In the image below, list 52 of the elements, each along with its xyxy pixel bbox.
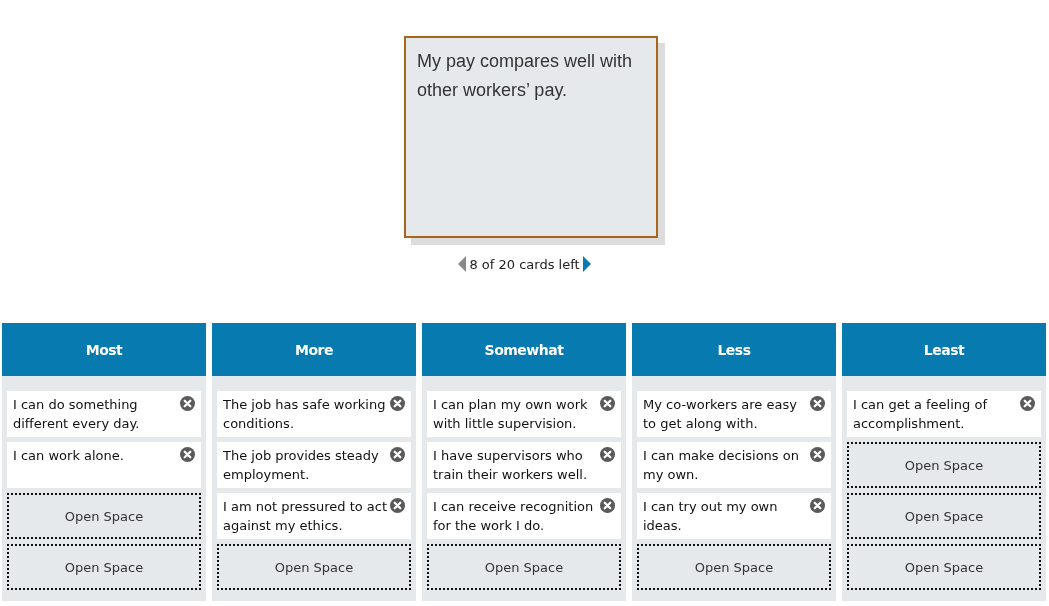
next-arrow-icon[interactable] [582, 256, 591, 272]
card-text: I can do something different every day. [13, 396, 141, 433]
card-text: I can make decisions on my own. [643, 447, 800, 484]
card-text: I have supervisors who train their workers well. [433, 447, 589, 484]
column-header: More [212, 323, 416, 376]
sorted-card[interactable]: The job has safe working conditions. [217, 391, 411, 437]
statement-text: My pay compares well with other workers’ pay. [417, 51, 633, 100]
remove-icon[interactable] [180, 396, 195, 411]
sorted-card[interactable]: I can get a feeling of accomplishment. [847, 391, 1041, 437]
card-text: I can work alone. [13, 447, 125, 465]
sorted-card[interactable]: My co-workers are easy to get along with. [637, 391, 831, 437]
remove-icon[interactable] [1020, 396, 1035, 411]
column-header: Least [842, 323, 1046, 376]
card-text: I can get a feeling of accomplishment. [853, 396, 989, 433]
card-text: I can plan my own work with little supervision. [433, 396, 589, 433]
sorted-card[interactable]: The job provides steady employment. [217, 442, 411, 488]
sorted-card[interactable]: I am not pressured to act against my ethics. [217, 493, 411, 539]
column-header: Most [2, 323, 206, 376]
remove-icon[interactable] [810, 447, 825, 462]
open-space-slot[interactable]: Open Space [7, 493, 201, 539]
card-text: I can receive recognition for the work I do. [433, 498, 595, 535]
sorted-card[interactable]: I can make decisions on my own. [637, 442, 831, 488]
remove-icon[interactable] [600, 498, 615, 513]
open-space-slot[interactable]: Open Space [847, 544, 1041, 590]
card-text: I am not pressured to act against my ethics. [223, 498, 389, 535]
column-header: Less [632, 323, 836, 376]
sorted-card[interactable]: I can receive recognition for the work I do. [427, 493, 621, 539]
remove-icon[interactable] [810, 498, 825, 513]
remove-icon[interactable] [390, 498, 405, 513]
sorted-card[interactable]: I can try out my own ideas. [637, 493, 831, 539]
cards-left-count: 8 of 20 cards left [469, 256, 580, 272]
open-space-slot[interactable]: Open Space [637, 544, 831, 590]
sorted-card[interactable]: I can do something different every day. [7, 391, 201, 437]
card-text: My co-workers are easy to get along with. [643, 396, 798, 433]
sorted-card[interactable]: I can plan my own work with little supervision. [427, 391, 621, 437]
remove-icon[interactable] [600, 396, 615, 411]
open-space-slot[interactable]: Open Space [7, 544, 201, 590]
remove-icon[interactable] [390, 396, 405, 411]
open-space-slot[interactable]: Open Space [847, 442, 1041, 488]
remove-icon[interactable] [810, 396, 825, 411]
sorted-card[interactable]: I have supervisors who train their workers well. [427, 442, 621, 488]
open-space-slot[interactable]: Open Space [217, 544, 411, 590]
column-header: Somewhat [422, 323, 626, 376]
sorted-card[interactable]: I can work alone. [7, 442, 201, 488]
card-text: I can try out my own ideas. [643, 498, 779, 535]
remove-icon[interactable] [390, 447, 405, 462]
open-space-slot[interactable]: Open Space [427, 544, 621, 590]
card-text: The job has safe working conditions. [223, 396, 387, 433]
remove-icon[interactable] [600, 447, 615, 462]
open-space-slot[interactable]: Open Space [847, 493, 1041, 539]
remove-icon[interactable] [180, 447, 195, 462]
card-text: The job provides steady employment. [223, 447, 380, 484]
